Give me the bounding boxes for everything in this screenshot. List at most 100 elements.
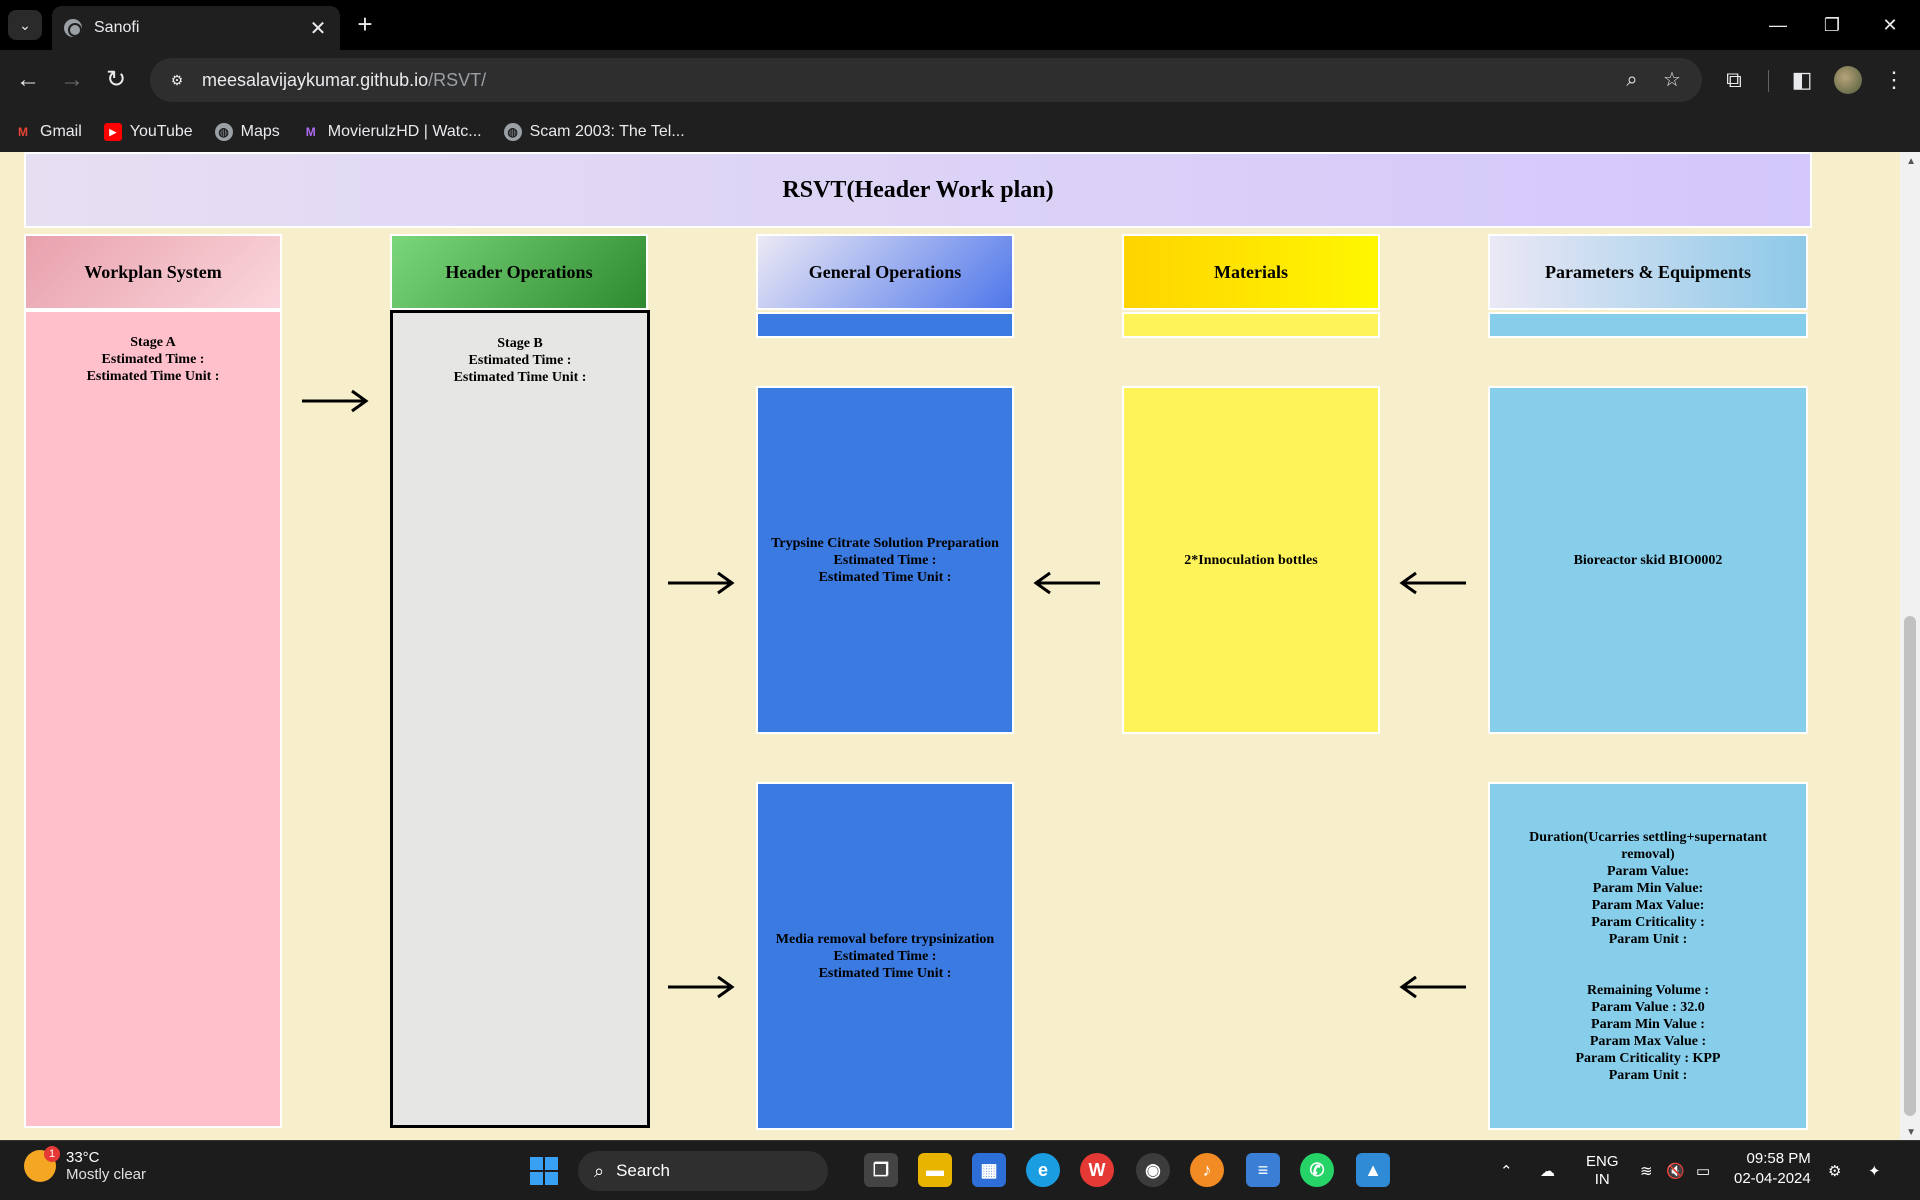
photos-icon[interactable]: ▲ [1356, 1153, 1390, 1187]
estimated-time: Estimated Time : [101, 352, 205, 367]
weather-badge: 1 [44, 1146, 60, 1162]
vlc-icon[interactable]: ♪ [1190, 1153, 1224, 1187]
windows-start-icon[interactable] [530, 1157, 558, 1185]
side-panel-icon[interactable]: ◧ [1786, 64, 1818, 96]
param-value: Param Value : 32.0 [1591, 999, 1705, 1015]
operation-card-trypsine[interactable]: Trypsine Citrate Solution Preparation Es… [756, 386, 1014, 734]
zoom-magnifier-icon[interactable]: ⌕ [1620, 68, 1644, 92]
bookmarks-bar: M Gmail ▶ YouTube ◍ Maps M MovierulzHD | Wat… [0, 110, 1920, 154]
language-bottom: IN [1594, 1171, 1610, 1188]
param-unit: Param Unit : [1608, 1067, 1688, 1083]
clock-time: 09:58 PM [1746, 1150, 1811, 1167]
taskbar-search[interactable]: ⌕ Search [578, 1151, 828, 1191]
param-min-value: Param Min Value : [1591, 1016, 1705, 1032]
file-explorer-icon[interactable]: ▬ [918, 1153, 952, 1187]
scroll-down-arrow-icon[interactable]: ▼ [1906, 1127, 1916, 1138]
column-header-workplan: Workplan System [24, 234, 282, 310]
param-min-value: Param Min Value: [1592, 880, 1704, 896]
forward-arrow-icon[interactable]: → [56, 64, 88, 96]
reload-icon[interactable]: ↻ [100, 64, 132, 96]
stage-b-card[interactable]: Stage B Estimated Time : Estimated Time … [390, 310, 650, 1128]
close-tab-icon[interactable]: ✕ [308, 16, 328, 41]
onedrive-cloud-icon[interactable]: ☁ [1540, 1141, 1555, 1200]
bookmark-maps[interactable]: ◍ Maps [214, 123, 280, 141]
bookmark-movierulz[interactable]: M MovierulzHD | Watc... [302, 123, 482, 141]
gmail-icon: M [18, 125, 28, 139]
restore-icon[interactable]: ❐ [1812, 10, 1852, 40]
menu-kebab-icon[interactable]: ⋮ [1878, 64, 1910, 96]
edge-browser-icon[interactable]: e [1026, 1153, 1060, 1187]
url-path: /RSVT/ [428, 69, 487, 90]
language-indicator[interactable]: ENG IN [1586, 1141, 1619, 1200]
bookmark-gmail[interactable]: M Gmail [14, 123, 82, 141]
right-arrow-icon [668, 975, 735, 999]
param-criticality: Param Criticality : KPP [1575, 1050, 1721, 1066]
param-unit: Param Unit : [1608, 931, 1688, 947]
parameter-card[interactable]: Duration(Ucarries settling+supernatant r… [1488, 782, 1808, 1130]
equipment-card[interactable]: Bioreactor skid BIO0002 [1488, 386, 1808, 734]
stage-name: Stage B [497, 336, 543, 351]
bookmark-scam2003[interactable]: ◍ Scam 2003: The Tel... [503, 123, 685, 141]
system-clock[interactable]: 09:58 PM 02-04-2024 [1734, 1149, 1811, 1189]
bookmark-star-icon[interactable]: ☆ [1660, 68, 1684, 92]
toolbar-divider [1768, 70, 1769, 92]
notepad-icon[interactable]: ≡ [1246, 1153, 1280, 1187]
address-bar[interactable]: ⚙ meesalavijaykumar.github.io/RSVT/ ⌕ ☆ [150, 58, 1702, 102]
extensions-puzzle-icon[interactable]: ⧉ [1718, 64, 1750, 96]
browser-tab-strip: ⌄ Sanofi ✕ + — ❐ ✕ [0, 0, 1920, 50]
show-hidden-icons-chevron-icon[interactable]: ⌃ [1500, 1141, 1513, 1200]
page-title: RSVT(Header Work plan) [782, 176, 1054, 203]
minimize-icon[interactable]: — [1758, 10, 1798, 40]
movierulz-icon: M [305, 125, 316, 139]
estimated-time-unit: Estimated Time Unit : [86, 369, 220, 384]
speaker-muted-icon[interactable]: 🔇 [1666, 1141, 1685, 1200]
wps-office-icon[interactable]: W [1080, 1153, 1114, 1187]
globe-icon: ◍ [214, 123, 233, 141]
windows-taskbar: 1 33°C Mostly clear ⌕ Search ❐ ▬ ▦ e W ◉… [0, 1140, 1920, 1200]
bookmark-label: Gmail [40, 123, 82, 140]
operation-name: Media removal before trypsinization [775, 931, 995, 947]
param-max-value: Param Max Value: [1591, 897, 1705, 913]
estimated-time: Estimated Time : [468, 353, 572, 368]
left-arrow-icon [1399, 975, 1466, 999]
site-info-icon[interactable]: ⚙ [164, 67, 190, 93]
chrome-browser-icon[interactable]: ◉ [1136, 1153, 1170, 1187]
column-header-general-operations: General Operations [756, 234, 1014, 310]
browser-tab[interactable]: Sanofi ✕ [52, 6, 340, 50]
weather-condition: Mostly clear [66, 1166, 147, 1183]
scroll-up-arrow-icon[interactable]: ▲ [1906, 156, 1916, 167]
right-arrow-icon [302, 389, 369, 413]
task-view-icon[interactable]: ❐ [864, 1153, 898, 1187]
tab-search-chevron-icon[interactable]: ⌄ [8, 10, 42, 40]
operation-card-media-removal[interactable]: Media removal before trypsinization Esti… [756, 782, 1014, 1130]
param-value: Param Value: [1606, 863, 1690, 879]
tab-title: Sanofi [94, 19, 140, 36]
stage-a-card[interactable]: Stage A Estimated Time : Estimated Time … [24, 310, 282, 1128]
window-close-icon[interactable]: ✕ [1870, 10, 1910, 40]
estimated-time-unit: Estimated Time Unit : [818, 965, 952, 981]
material-card[interactable]: 2*Innoculation bottles [1122, 386, 1380, 734]
back-arrow-icon[interactable]: ← [12, 64, 44, 96]
browser-toolbar: ← → ↻ ⚙ meesalavijaykumar.github.io/RSVT… [0, 50, 1920, 158]
scrollbar-thumb[interactable] [1904, 616, 1916, 1116]
materials-strip [1122, 312, 1380, 338]
estimated-time-unit: Estimated Time Unit : [453, 370, 587, 385]
microsoft-store-icon[interactable]: ▦ [972, 1153, 1006, 1187]
wifi-icon[interactable]: ≋ [1640, 1141, 1653, 1200]
equipment-name: Bioreactor skid BIO0002 [1573, 552, 1723, 568]
youtube-icon: ▶ [103, 123, 122, 141]
profile-avatar[interactable] [1834, 66, 1862, 94]
search-label: Search [616, 1161, 670, 1180]
bookmark-youtube[interactable]: ▶ YouTube [103, 123, 193, 141]
whatsapp-icon[interactable]: ✆ [1300, 1153, 1334, 1187]
battery-icon[interactable]: ▭ [1696, 1141, 1710, 1200]
notifications-bell-icon[interactable]: ⚙ [1828, 1141, 1841, 1200]
new-tab-plus-icon[interactable]: + [352, 11, 378, 38]
vertical-scrollbar[interactable]: ▲ ▼ [1900, 152, 1920, 1140]
weather-widget[interactable]: 1 33°C Mostly clear [24, 1146, 147, 1183]
column-header-header-operations: Header Operations [390, 234, 648, 310]
params-strip [1488, 312, 1808, 338]
copilot-icon[interactable]: ✦ [1868, 1141, 1881, 1200]
param-name: Remaining Volume : [1586, 982, 1710, 998]
language-top: ENG [1586, 1153, 1619, 1170]
